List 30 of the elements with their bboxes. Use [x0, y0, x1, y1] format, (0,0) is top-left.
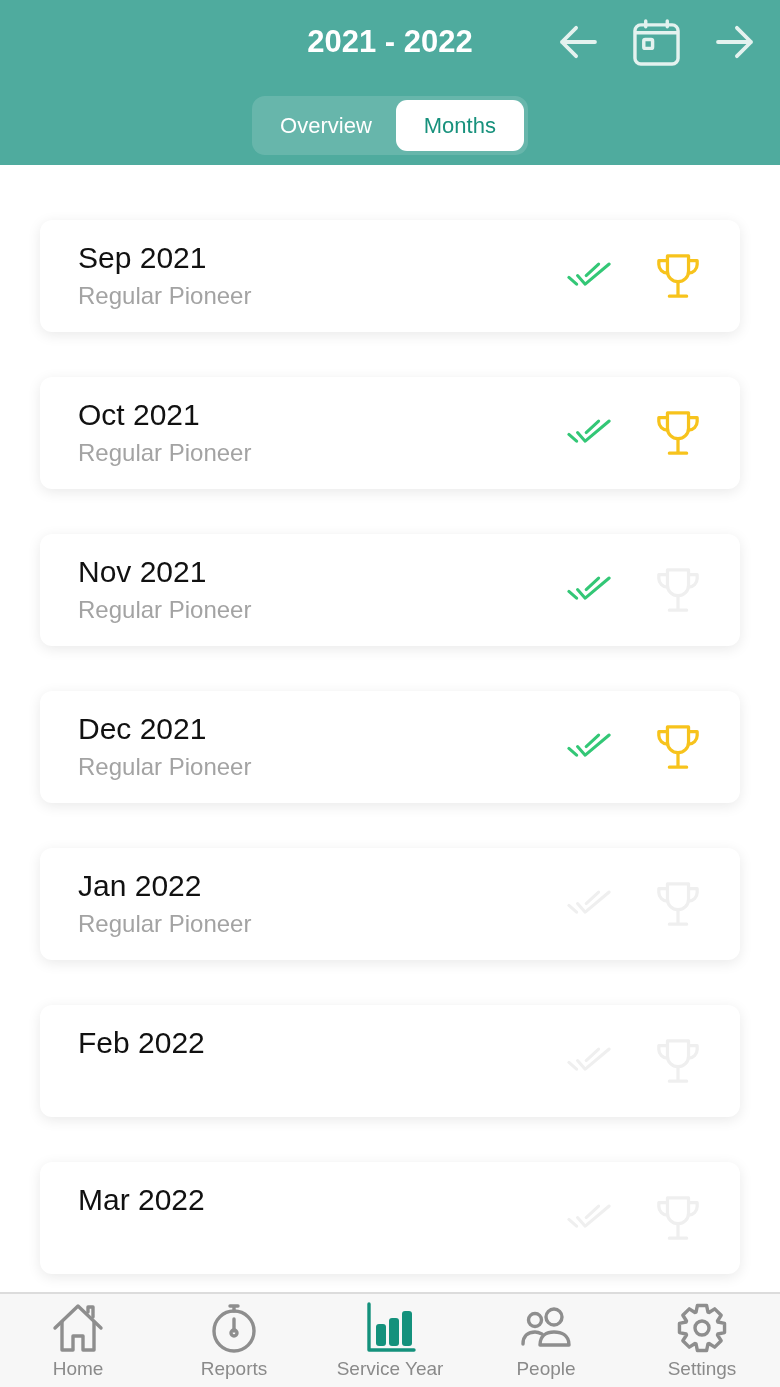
bar-chart-icon: [364, 1302, 416, 1354]
next-button[interactable]: [716, 25, 754, 59]
month-title: Nov 2021: [78, 554, 207, 590]
status-label: Regular Pioneer: [78, 909, 252, 939]
month-card[interactable]: Jan 2022 Regular Pioneer: [40, 848, 740, 960]
view-tab[interactable]: Months: [395, 100, 524, 151]
settings-icon: [676, 1302, 728, 1354]
month-title: Jan 2022: [78, 868, 202, 904]
month-card[interactable]: Mar 2022: [40, 1162, 740, 1274]
home-icon: [52, 1302, 104, 1354]
left-arrow-icon: [559, 25, 597, 59]
month-title: Dec 2021: [78, 711, 207, 747]
month-title: Oct 2021: [78, 397, 200, 433]
month-title: Mar 2022: [78, 1182, 205, 1218]
year-range-title: 2021 - 2022: [307, 23, 473, 61]
status-label: Regular Pioneer: [78, 752, 252, 782]
month-title: Sep 2021: [78, 240, 207, 276]
month-card[interactable]: Nov 2021 Regular Pioneer: [40, 534, 740, 646]
month-card[interactable]: Dec 2021 Regular Pioneer: [40, 691, 740, 803]
month-title: Feb 2022: [78, 1025, 205, 1061]
status-label: Regular Pioneer: [78, 438, 252, 468]
status-label: Regular Pioneer: [78, 595, 252, 625]
right-arrow-icon: [716, 25, 754, 59]
month-card[interactable]: Sep 2021 Regular Pioneer: [40, 220, 740, 332]
previous-button[interactable]: [559, 25, 597, 59]
month-card[interactable]: Oct 2021 Regular Pioneer: [40, 377, 740, 489]
month-card[interactable]: Feb 2022: [40, 1005, 740, 1117]
calendar-icon: [633, 18, 680, 66]
status-label: Regular Pioneer: [78, 281, 252, 311]
calendar-button[interactable]: [633, 18, 680, 66]
